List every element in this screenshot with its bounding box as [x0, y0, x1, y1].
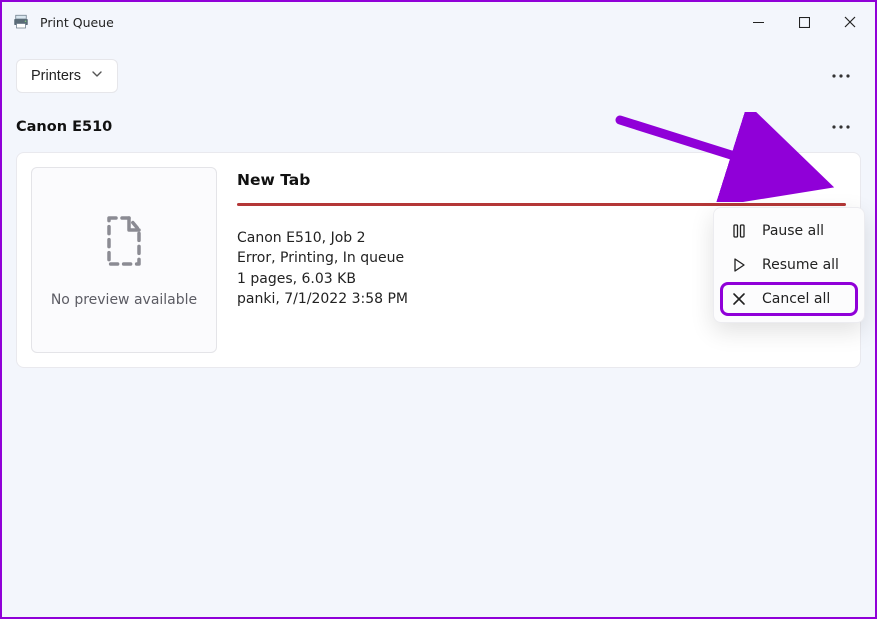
- menu-item-label: Pause all: [762, 223, 824, 239]
- menu-item-label: Cancel all: [762, 291, 830, 307]
- menu-item-label: Resume all: [762, 257, 839, 273]
- window-title: Print Queue: [40, 15, 114, 30]
- job-title: New Tab: [237, 171, 846, 189]
- menu-pause-all[interactable]: Pause all: [720, 214, 858, 248]
- document-icon: [99, 212, 149, 274]
- preview-caption: No preview available: [51, 292, 197, 308]
- printer-header: Canon E510: [16, 112, 861, 142]
- printers-dropdown[interactable]: Printers: [16, 59, 118, 93]
- close-icon: [730, 290, 748, 308]
- printer-context-menu: Pause all Resume all Cancel all: [713, 207, 865, 323]
- preview-box: No preview available: [31, 167, 217, 353]
- chevron-down-icon: [91, 68, 103, 84]
- content-area: Printers Canon E510: [2, 42, 875, 617]
- printer-app-icon: [12, 13, 30, 31]
- printer-more-button[interactable]: [821, 109, 861, 145]
- job-progress-bar: [237, 203, 846, 206]
- pause-icon: [730, 222, 748, 240]
- close-button[interactable]: [827, 3, 873, 41]
- menu-cancel-all[interactable]: Cancel all: [720, 282, 858, 316]
- menu-resume-all[interactable]: Resume all: [720, 248, 858, 282]
- play-icon: [730, 256, 748, 274]
- printer-name: Canon E510: [16, 119, 112, 135]
- printers-dropdown-label: Printers: [31, 68, 81, 84]
- maximize-button[interactable]: [781, 3, 827, 41]
- app-more-button[interactable]: [821, 58, 861, 94]
- minimize-button[interactable]: [735, 3, 781, 41]
- titlebar: Print Queue: [2, 2, 875, 42]
- toolbar: Printers: [16, 56, 861, 96]
